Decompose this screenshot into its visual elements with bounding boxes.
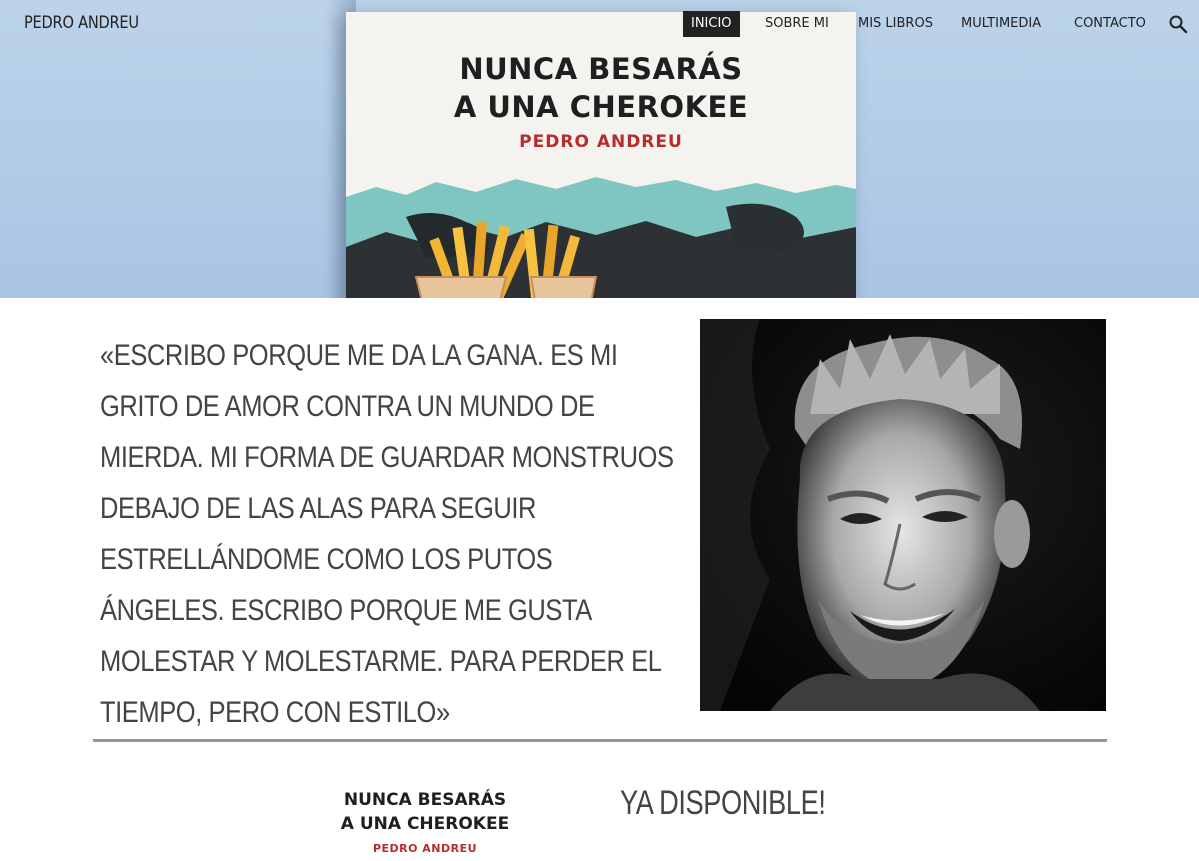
hero-book-author: PEDRO ANDREU — [519, 132, 683, 152]
search-icon[interactable] — [1168, 14, 1188, 34]
nav-item-multimedia[interactable]: MULTIMEDIA — [961, 11, 1041, 37]
promo-book-author: PEDRO ANDREU — [372, 842, 478, 855]
hero-book-cover: NUNCA BESARÁS A UNA CHEROKEE PEDRO ANDRE… — [346, 12, 856, 298]
author-portrait — [700, 319, 1106, 711]
nav-item-contacto[interactable]: CONTACTO — [1074, 11, 1146, 37]
hero-banner: NUNCA BESARÁS A UNA CHEROKEE PEDRO ANDRE… — [0, 0, 1199, 298]
promo-book-title-line2: A UNA CHEROKEE — [340, 814, 510, 834]
site-title[interactable]: PEDRO ANDREU — [24, 13, 139, 33]
section-divider — [93, 739, 1107, 742]
nav-item-inicio[interactable]: INICIO — [683, 11, 740, 37]
book-cover-illustration — [346, 177, 856, 298]
hero-book-title-line1: NUNCA BESARÁS — [459, 52, 743, 86]
nav-item-sobre-mi[interactable]: SOBRE MI — [765, 11, 829, 37]
promo-book-title-line1: NUNCA BESARÁS — [343, 790, 507, 810]
nav-item-mis-libros[interactable]: MIS LIBROS — [858, 11, 933, 37]
availability-heading: YA DISPONIBLE! — [620, 784, 826, 822]
hero-book-title-line2: A UNA CHEROKEE — [453, 90, 749, 124]
author-quote: «ESCRIBO PORQUE ME DA LA GANA. ES MI GRI… — [100, 339, 674, 729]
